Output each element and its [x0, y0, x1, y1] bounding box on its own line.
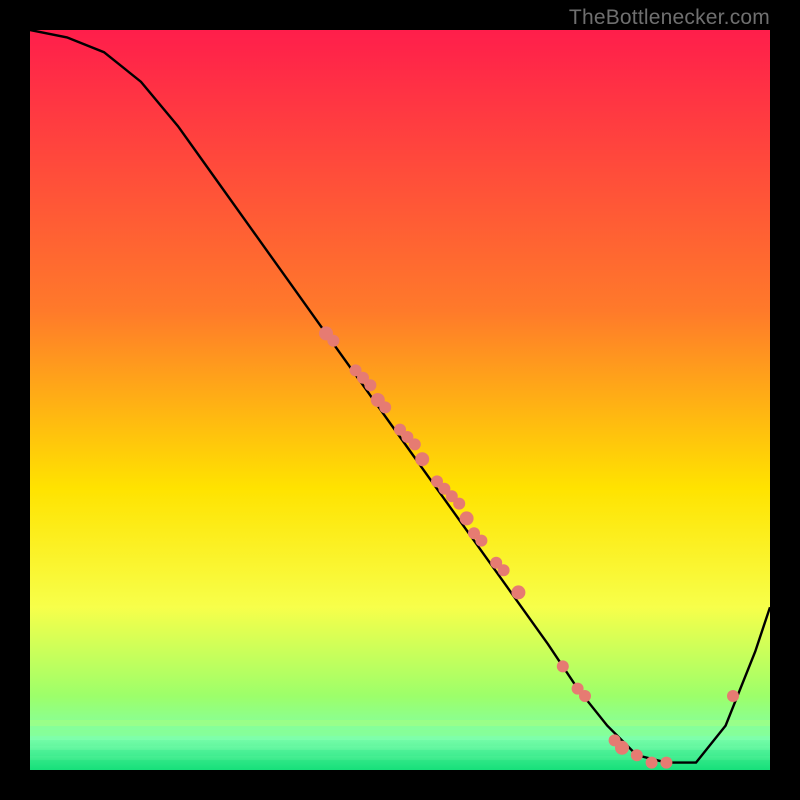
dot — [579, 690, 591, 702]
dot — [409, 438, 421, 450]
dot — [615, 741, 629, 755]
dot — [453, 498, 465, 510]
dot — [379, 401, 391, 413]
dot — [660, 757, 672, 769]
chart-svg — [30, 30, 770, 770]
dot — [475, 535, 487, 547]
dot — [511, 585, 525, 599]
dot — [631, 749, 643, 761]
watermark-text: TheBottlenecker.com — [569, 6, 770, 30]
bottleneck-curve — [30, 30, 770, 763]
dot — [727, 690, 739, 702]
dot — [327, 335, 339, 347]
dot — [415, 452, 429, 466]
frame: TheBottlenecker.com — [0, 0, 800, 800]
dot — [364, 379, 376, 391]
highlight-dots — [319, 326, 739, 768]
dot — [557, 660, 569, 672]
dot — [460, 511, 474, 525]
dot — [498, 564, 510, 576]
plot-area — [30, 30, 770, 770]
dot — [646, 757, 658, 769]
